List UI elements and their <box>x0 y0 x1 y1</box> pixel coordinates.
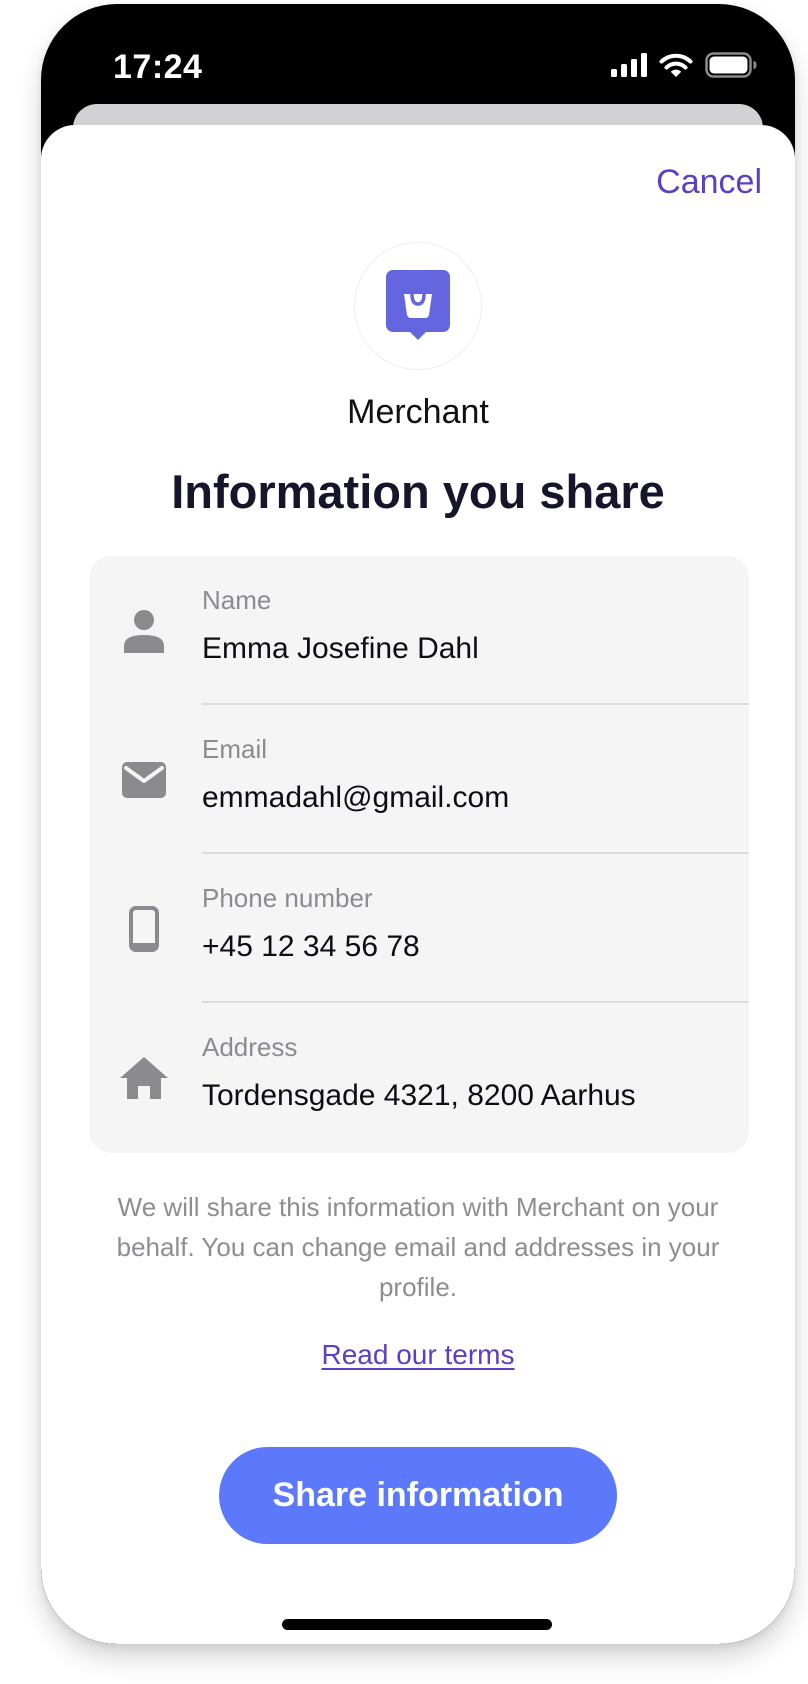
merchant-name: Merchant <box>347 393 489 431</box>
share-sheet: Cancel Merchant Information you share Na… <box>41 125 795 1644</box>
envelope-icon <box>122 761 166 798</box>
cancel-button[interactable]: Cancel <box>656 163 762 202</box>
wifi-icon <box>659 53 693 77</box>
status-time: 17:24 <box>113 48 203 86</box>
status-icons <box>611 50 757 80</box>
phone-icon <box>129 905 159 952</box>
person-icon <box>124 609 164 653</box>
phone-frame: 17:24 Cancel Merchant Information you sh… <box>41 4 795 1644</box>
info-row-name: Name Emma Josefine Dahl <box>89 556 749 705</box>
disclaimer-text: We will share this information with Merc… <box>116 1192 720 1302</box>
home-indicator <box>282 1619 552 1630</box>
info-value: +45 12 34 56 78 <box>202 930 420 963</box>
info-value: emmadahl@gmail.com <box>202 781 510 814</box>
read-terms-link[interactable]: Read our terms <box>322 1339 515 1370</box>
info-label: Phone number <box>202 883 373 913</box>
page-title: Information you share <box>171 465 665 518</box>
terms-link-container: Read our terms <box>41 1339 795 1371</box>
shopping-bag-icon <box>386 270 450 340</box>
info-value: Emma Josefine Dahl <box>202 632 479 665</box>
info-row-phone: Phone number +45 12 34 56 78 <box>89 854 749 1003</box>
cellular-signal-icon <box>611 53 647 77</box>
shared-info-card: Name Emma Josefine Dahl Email emmadahl@g… <box>89 556 749 1153</box>
info-label: Email <box>202 734 268 764</box>
info-value: Tordensgade 4321, 8200 Aarhus <box>202 1079 636 1112</box>
info-row-email: Email emmadahl@gmail.com <box>89 705 749 854</box>
info-row-address: Address Tordensgade 4321, 8200 Aarhus <box>89 1003 749 1152</box>
info-label: Name <box>202 585 272 615</box>
share-information-button[interactable]: Share information <box>219 1447 617 1544</box>
battery-icon <box>705 52 757 78</box>
home-icon <box>120 1056 168 1099</box>
info-label: Address <box>202 1032 298 1062</box>
merchant-logo <box>354 242 482 370</box>
